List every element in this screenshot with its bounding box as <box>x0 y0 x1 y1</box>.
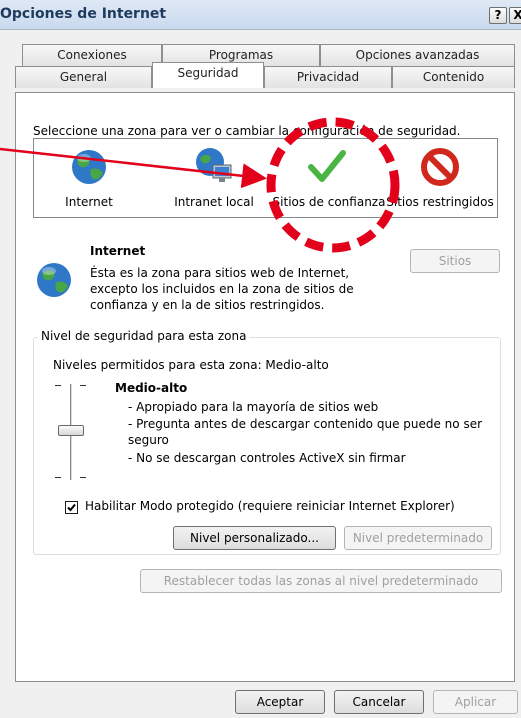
security-level-group-label: Nivel de seguridad para esta zona <box>38 329 250 343</box>
level-detail-3: seguro <box>128 433 169 447</box>
selected-zone-name: Internet <box>90 244 146 258</box>
selected-zone-globe-icon <box>37 263 71 297</box>
zone-intranet-local[interactable]: Intranet local <box>159 145 269 215</box>
zone-prompt: Seleccione una zona para ver o cambiar l… <box>33 124 461 138</box>
tab-general[interactable]: General <box>15 66 152 88</box>
protected-mode-checkbox[interactable] <box>65 501 78 514</box>
help-button[interactable]: ? <box>489 7 507 24</box>
tab-conexiones[interactable]: Conexiones <box>22 44 162 66</box>
tab-contenido[interactable]: Contenido <box>392 66 515 88</box>
level-detail-2: - Pregunta antes de descargar contenido … <box>128 417 483 431</box>
zone-list: Internet Intranet local Sitios de confia… <box>33 138 498 218</box>
tab-seguridad[interactable]: Seguridad <box>152 62 264 88</box>
sites-button[interactable]: Sitios <box>410 249 500 273</box>
slider-thumb[interactable] <box>58 425 84 436</box>
zone-sitios-restringidos[interactable]: Sitios restringidos <box>384 145 496 215</box>
zone-internet-label: Internet <box>65 195 113 209</box>
zone-sitios-de-confianza[interactable]: Sitios de confianza <box>269 145 389 215</box>
default-level-button[interactable]: Nivel predeterminado <box>344 526 492 550</box>
internet-options-window: Opciones de Internet ? X Conexiones Prog… <box>0 0 521 718</box>
zone-internet[interactable]: Internet <box>44 145 134 215</box>
reset-all-zones-button[interactable]: Restablecer todas las zonas al nivel pre… <box>140 569 502 593</box>
zone-intranet-label: Intranet local <box>174 195 254 209</box>
security-level-name: Medio-alto <box>115 381 188 395</box>
close-button[interactable]: X <box>509 7 521 24</box>
level-detail-1: - Apropiado para la mayoría de sitios we… <box>128 400 379 414</box>
level-detail-4: - No se descargan controles ActiveX sin … <box>128 451 406 465</box>
title-bar[interactable]: Opciones de Internet ? X <box>0 0 521 30</box>
intranet-icon <box>196 148 232 182</box>
security-level-slider[interactable] <box>50 382 100 482</box>
globe-icon <box>72 150 106 184</box>
ok-button[interactable]: Aceptar <box>235 690 325 714</box>
checkbox-check-icon <box>67 503 76 512</box>
zone-confianza-label: Sitios de confianza <box>272 195 386 209</box>
tab-privacidad[interactable]: Privacidad <box>264 66 392 88</box>
checkmark-icon <box>308 150 346 182</box>
custom-level-button[interactable]: Nivel personalizado... <box>173 526 336 550</box>
zone-description-line-1: Ésta es la zona para sitios web de Inter… <box>90 266 350 280</box>
restricted-icon <box>421 148 459 186</box>
window-title: Opciones de Internet <box>0 6 167 22</box>
zone-description-line-2: excepto los incluidos en la zona de siti… <box>90 282 354 296</box>
zone-description-line-3: confianza y en la de sitios restringidos… <box>90 298 325 312</box>
tab-opciones-avanzadas[interactable]: Opciones avanzadas <box>320 44 515 66</box>
allowed-levels-text: Niveles permitidos para esta zona: Medio… <box>53 358 329 372</box>
apply-button[interactable]: Aplicar <box>433 690 518 714</box>
protected-mode-label[interactable]: Habilitar Modo protegido (requiere reini… <box>85 499 455 513</box>
zone-restringidos-label: Sitios restringidos <box>386 195 494 209</box>
cancel-button[interactable]: Cancelar <box>334 690 424 714</box>
